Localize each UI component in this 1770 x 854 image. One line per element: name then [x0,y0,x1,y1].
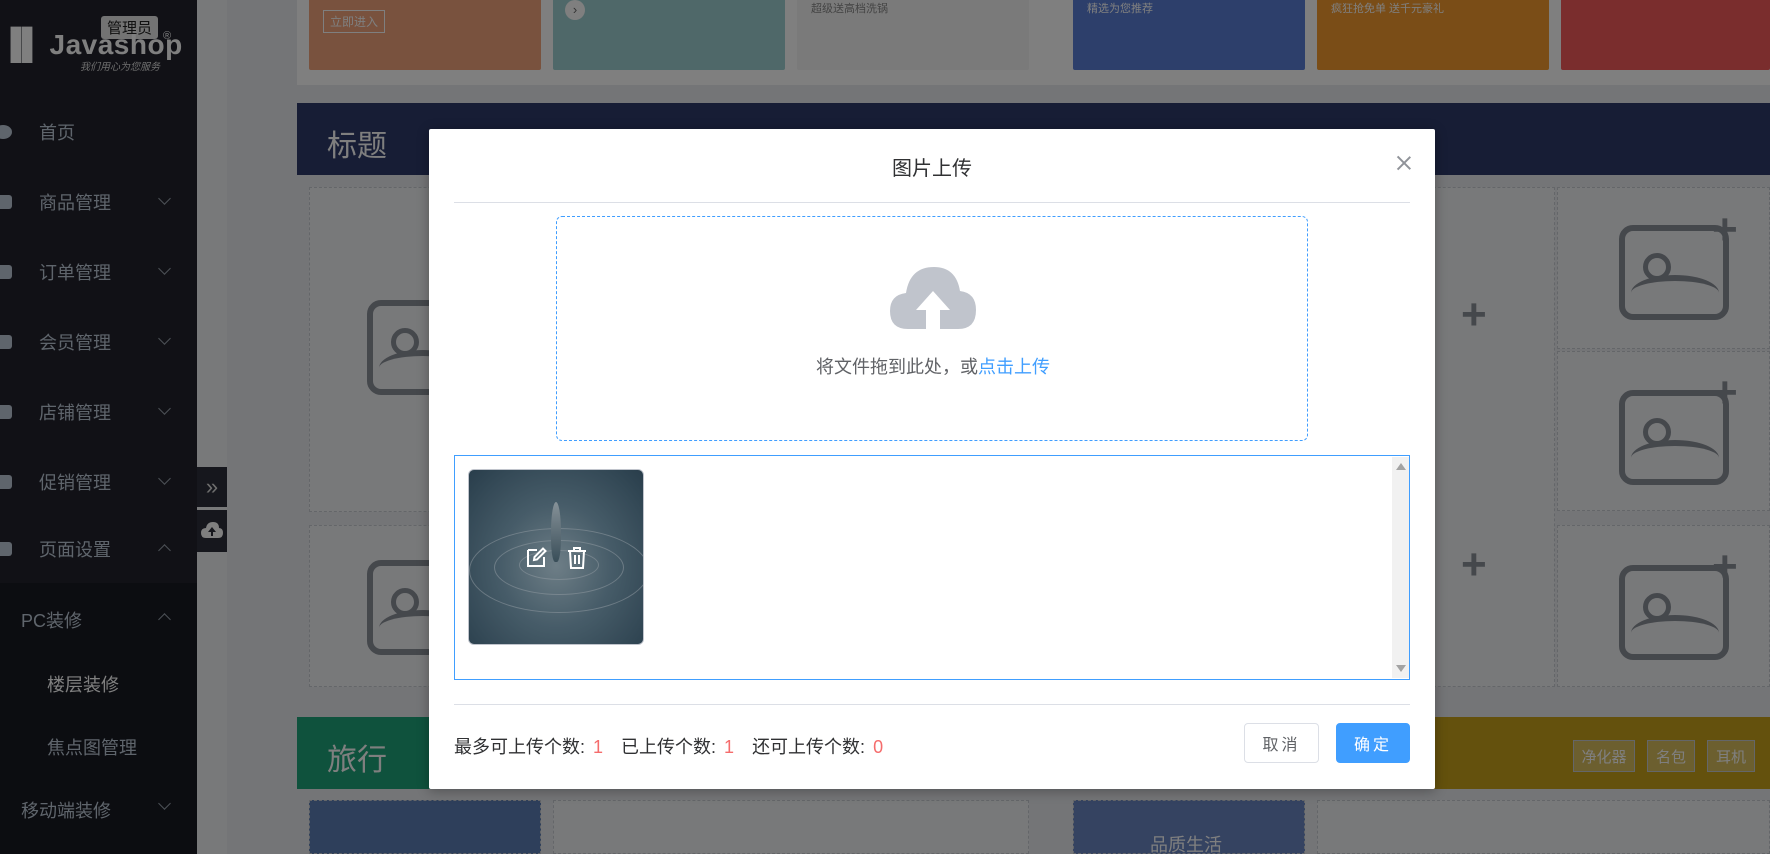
image-upload-dialog: 图片上传 将文件拖到此处，或点击上传 最多可上传个数: 1 已上传个数: 1 还… [429,129,1435,789]
delete-icon[interactable] [565,546,589,570]
footer-divider [454,704,1410,705]
count-label: 最多可上传个数: [454,737,586,757]
dropzone-hint: 将文件拖到此处，或点击上传 [557,353,1309,379]
dialog-divider [454,202,1410,203]
edit-icon[interactable] [524,546,548,570]
thumbnail-action-overlay [469,470,643,644]
confirm-button[interactable]: 确定 [1336,723,1410,763]
count-label: 已上传个数: [621,737,717,757]
count-value: 0 [873,737,884,757]
cloud-upload-icon [890,267,976,329]
uploaded-count: 已上传个数: 1 [621,733,734,759]
vertical-scrollbar[interactable] [1392,457,1409,678]
dialog-title: 图片上传 [892,158,972,180]
count-value: 1 [724,737,735,757]
uploaded-image-thumbnail[interactable] [468,469,644,645]
max-upload-count: 最多可上传个数: 1 [454,733,603,759]
count-value: 1 [593,737,604,757]
scroll-up-arrow[interactable] [1396,463,1406,470]
uploaded-file-list [454,455,1410,680]
close-icon[interactable] [1392,152,1416,176]
click-upload-link[interactable]: 点击上传 [978,357,1050,377]
upload-counts: 最多可上传个数: 1 已上传个数: 1 还可上传个数: 0 [454,733,901,759]
remaining-count: 还可上传个数: 0 [752,733,883,759]
upload-dropzone[interactable]: 将文件拖到此处，或点击上传 [556,216,1308,441]
scroll-down-arrow[interactable] [1396,665,1406,672]
dropzone-text: 将文件拖到此处，或 [816,357,978,377]
cancel-button[interactable]: 取消 [1244,723,1319,763]
count-label: 还可上传个数: [752,737,866,757]
